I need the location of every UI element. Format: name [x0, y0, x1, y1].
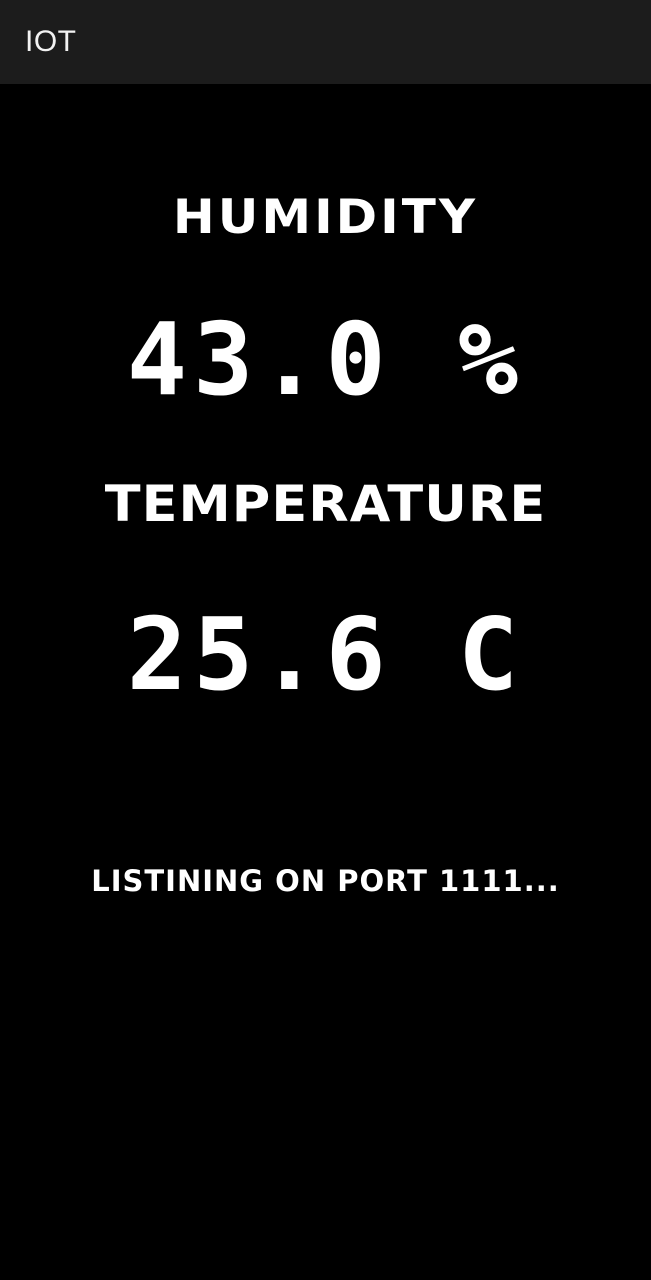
app-bar: IOT [0, 0, 651, 84]
humidity-label: HUMIDITY [172, 189, 479, 245]
humidity-value: 43.0 % [126, 301, 525, 418]
app-title: IOT [25, 25, 77, 58]
status-message: LISTINING ON PORT 1111... [91, 864, 560, 898]
readings-panel: HUMIDITY 43.0 % TEMPERATURE 25.6 C LISTI… [0, 84, 651, 1280]
temperature-value: 25.6 C [126, 596, 525, 713]
temperature-label: TEMPERATURE [104, 475, 547, 533]
